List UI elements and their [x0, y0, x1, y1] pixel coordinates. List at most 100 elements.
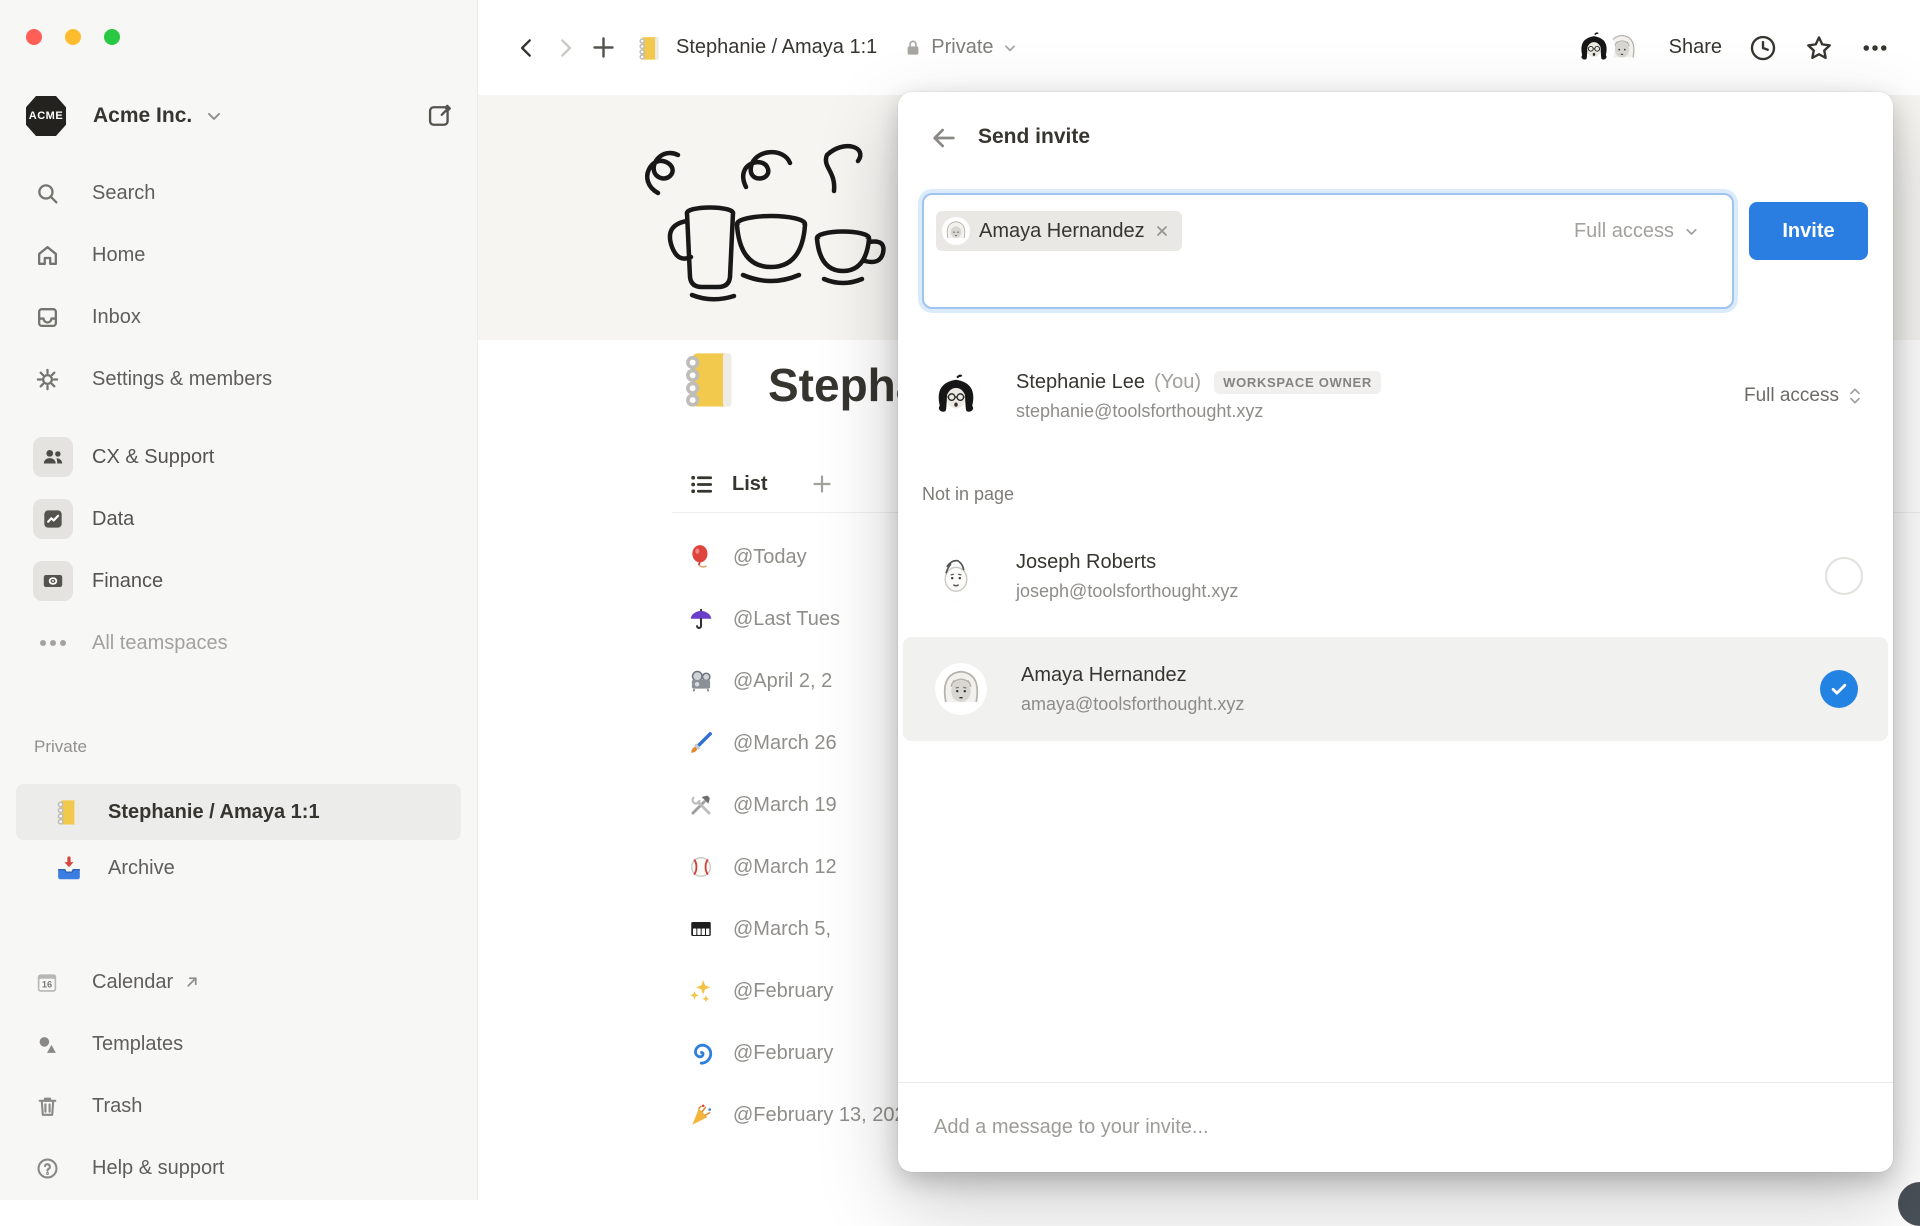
sidebar-item-label: Data [92, 507, 135, 530]
sparkles-emoji [688, 978, 714, 1004]
not-in-page-label: Not in page [922, 484, 1015, 504]
question-circle-icon [34, 1155, 60, 1181]
sidebar-item-trash[interactable]: Trash [0, 1075, 477, 1137]
clock-history-icon[interactable] [1748, 33, 1778, 63]
sidebar-item-cx-support[interactable]: CX & Support [0, 426, 477, 488]
sidebar-item-label: All teamspaces [92, 631, 228, 654]
person-selected-check-icon[interactable] [1820, 670, 1858, 708]
recipient-tag[interactable]: Amaya Hernandez [936, 211, 1182, 251]
sidebar-item-stephanie-amaya[interactable]: Stephanie / Amaya 1:1 [16, 784, 461, 840]
sidebar-item-inbox[interactable]: Inbox [0, 286, 477, 348]
person-row-amaya[interactable]: Amaya Hernandez amaya@toolsforthought.xy… [903, 637, 1888, 741]
sidebar-item-finance[interactable]: Finance [0, 550, 477, 612]
remove-tag-icon[interactable] [1154, 223, 1170, 239]
workspace-owner-badge: WORKSPACE OWNER [1214, 370, 1382, 394]
sidebar-item-settings[interactable]: Settings & members [0, 348, 477, 410]
dialog-title: Send invite [978, 125, 1091, 148]
gear-icon [34, 366, 60, 392]
sidebar-item-label: Home [92, 243, 146, 266]
paintbrush-emoji [688, 730, 714, 756]
tab-list[interactable]: List [732, 473, 768, 496]
back-icon[interactable] [508, 29, 546, 67]
trash-icon [34, 1093, 60, 1119]
balloon-emoji [688, 544, 714, 570]
window-close-button[interactable] [26, 29, 42, 45]
date-mention: @February 13, 2024 [733, 1103, 917, 1126]
sidebar-item-label: CX & Support [92, 445, 215, 468]
stephanie-avatar [930, 370, 982, 422]
member-access-label: Full access [1743, 385, 1839, 406]
sidebar-item-label: Calendar [92, 970, 174, 993]
person-email: amaya@toolsforthought.xyz [1021, 693, 1245, 714]
invite-message-area[interactable]: Add a message to your invite... [898, 1082, 1893, 1172]
sidebar-item-label: Stephanie / Amaya 1:1 [108, 800, 320, 823]
back-arrow-icon[interactable] [928, 122, 960, 154]
person-select-radio[interactable] [1825, 557, 1863, 595]
star-icon[interactable] [1804, 33, 1834, 63]
breadcrumb[interactable]: Stephanie / Amaya 1:1 [676, 36, 877, 59]
coffee-mugs-doodle [645, 144, 886, 302]
workspace-switcher[interactable]: ACME Acme Inc. [26, 90, 459, 142]
more-options-icon[interactable] [1860, 33, 1890, 63]
party-popper-emoji [688, 1102, 714, 1128]
member-name: Stephanie Lee [1016, 370, 1146, 393]
sidebar-item-archive[interactable]: Archive [16, 840, 461, 896]
access-level-selector[interactable]: Full access [1574, 195, 1700, 267]
add-view-icon[interactable] [810, 472, 834, 496]
sidebar-item-all-teamspaces[interactable]: All teamspaces [0, 612, 477, 674]
musical-keyboard-emoji [688, 916, 714, 942]
topbar: Stephanie / Amaya 1:1 Private Share [478, 0, 1920, 95]
date-mention: @February [733, 979, 834, 1002]
stephanie-avatar [1572, 26, 1615, 69]
invite-button[interactable]: Invite [1749, 202, 1868, 260]
recipient-name: Amaya Hernandez [979, 219, 1145, 242]
sidebar-item-label: Search [92, 181, 156, 204]
person-row-joseph[interactable]: Joseph Roberts joseph@toolsforthought.xy… [898, 533, 1893, 619]
hammer-wrench-emoji [688, 792, 714, 818]
person-name: Joseph Roberts [1016, 550, 1157, 573]
sidebar-item-calendar[interactable]: 16 Calendar [0, 951, 477, 1013]
window-minimize-button[interactable] [65, 29, 81, 45]
date-mention: @March 12 [733, 855, 837, 878]
sidebar-item-label: Finance [92, 569, 164, 592]
message-placeholder: Add a message to your invite... [934, 1116, 1209, 1138]
sidebar-item-templates[interactable]: Templates [0, 1013, 477, 1075]
member-access-selector[interactable]: Full access [1744, 385, 1863, 407]
member-you-suffix: (You) [1154, 370, 1202, 393]
sidebar-item-label: Archive [108, 856, 175, 879]
window-controls [26, 29, 120, 45]
private-section-label: Private [34, 737, 87, 756]
sidebar-item-help[interactable]: Help & support [0, 1137, 477, 1199]
add-page-icon[interactable] [584, 29, 622, 67]
umbrella-emoji [688, 606, 714, 632]
chevron-down-icon [1004, 44, 1015, 51]
forward-icon[interactable] [546, 29, 584, 67]
invite-recipients-input[interactable]: Amaya Hernandez Full access [922, 193, 1734, 309]
window-zoom-button[interactable] [104, 29, 120, 45]
access-level-label: Full access [1573, 219, 1674, 242]
member-email: stephanie@toolsforthought.xyz [1016, 400, 1264, 421]
home-icon [34, 242, 60, 268]
person-name: Amaya Hernandez [1021, 663, 1187, 686]
inbox-icon [34, 304, 60, 330]
privacy-selector[interactable]: Private [903, 36, 1017, 59]
sidebar-item-data[interactable]: Data [0, 488, 477, 550]
collaborator-avatars[interactable] [1572, 26, 1643, 69]
calendar-icon: 16 [34, 969, 60, 995]
date-mention: @April 2, 2 [733, 669, 833, 692]
teamspace-banknote-icon [33, 561, 73, 601]
privacy-label: Private [931, 36, 994, 58]
share-button[interactable]: Share [1669, 36, 1722, 59]
sidebar-item-home[interactable]: Home [0, 224, 477, 286]
shapes-icon [34, 1031, 60, 1057]
baseball-emoji [688, 854, 714, 880]
chevron-down-icon [204, 106, 224, 126]
notebook-emoji [54, 797, 84, 827]
sidebar-item-label: Help & support [92, 1156, 225, 1179]
date-mention: @Last Tues [733, 607, 841, 630]
film-projector-emoji [688, 668, 714, 694]
compose-new-page-icon[interactable] [421, 97, 459, 135]
sidebar-item-search[interactable]: Search [0, 162, 477, 224]
up-down-chevrons-icon [1850, 388, 1860, 404]
page-icon-notebook-emoji[interactable] [678, 346, 744, 412]
